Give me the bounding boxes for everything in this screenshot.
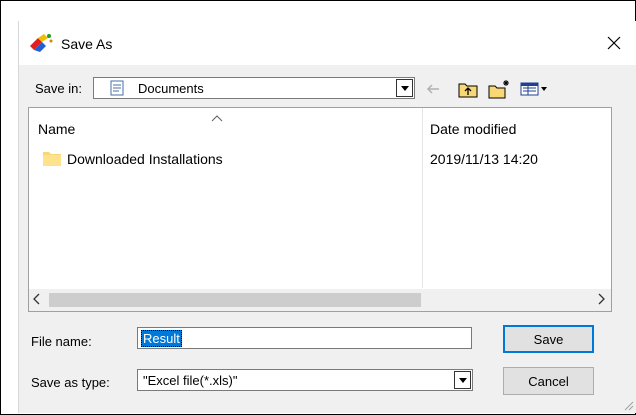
save-as-dialog: Save As Save in: Documents Name Date mod… xyxy=(18,21,636,413)
column-separator[interactable] xyxy=(422,108,423,288)
save-as-type-dropdown[interactable]: "Excel file(*.xls)" xyxy=(137,369,473,391)
close-icon xyxy=(607,36,621,50)
up-folder-icon xyxy=(458,83,478,98)
new-folder-button[interactable] xyxy=(487,78,513,100)
scrollbar-thumb[interactable] xyxy=(49,293,421,307)
title-bar[interactable]: Save As xyxy=(19,21,636,65)
back-button[interactable] xyxy=(425,78,441,100)
folder-icon xyxy=(43,150,61,166)
save-as-type-value: "Excel file(*.xls)" xyxy=(143,373,238,388)
dropdown-arrow-icon[interactable] xyxy=(454,371,471,389)
new-folder-icon xyxy=(488,80,509,99)
save-in-dropdown[interactable]: Documents xyxy=(93,77,415,99)
save-in-label: Save in: xyxy=(35,81,82,96)
app-icon xyxy=(28,32,54,54)
scroll-left-icon[interactable] xyxy=(33,292,41,308)
back-arrow-icon xyxy=(426,84,439,94)
list-item-name[interactable]: Downloaded Installations xyxy=(67,151,223,167)
file-name-label: File name: xyxy=(31,334,92,349)
file-name-input[interactable]: Result xyxy=(137,327,472,349)
dropdown-arrow-icon[interactable] xyxy=(396,79,413,97)
column-header-date-modified[interactable]: Date modified xyxy=(430,121,516,137)
up-folder-button[interactable] xyxy=(457,78,479,100)
cancel-button[interactable]: Cancel xyxy=(503,367,594,395)
close-button[interactable] xyxy=(592,27,636,59)
view-menu-icon xyxy=(520,82,547,96)
horizontal-scrollbar[interactable] xyxy=(29,289,611,311)
sort-caret-icon xyxy=(211,110,223,125)
outer-frame: Save As Save in: Documents Name Date mod… xyxy=(0,0,636,415)
list-item-date: 2019/11/13 14:20 xyxy=(430,151,538,167)
document-icon xyxy=(110,80,124,96)
view-menu-button[interactable] xyxy=(519,78,551,100)
save-as-type-label: Save as type: xyxy=(31,375,110,390)
file-list[interactable]: Name Date modified Downloaded Installati… xyxy=(28,107,612,312)
scroll-right-icon[interactable] xyxy=(597,292,605,308)
file-name-selected-text: Result xyxy=(141,330,182,347)
dialog-title: Save As xyxy=(61,36,113,52)
column-header-name[interactable]: Name xyxy=(38,121,75,137)
save-button[interactable]: Save xyxy=(503,325,594,353)
save-in-value: Documents xyxy=(138,81,204,96)
resize-grip-icon[interactable] xyxy=(622,399,634,411)
